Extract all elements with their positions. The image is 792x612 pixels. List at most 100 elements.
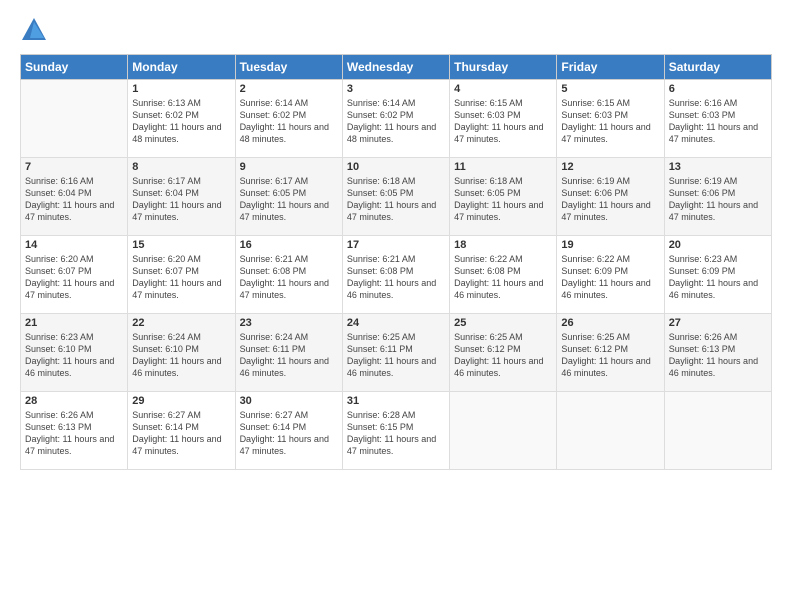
day-number: 1 xyxy=(132,83,230,95)
day-number: 3 xyxy=(347,83,445,95)
calendar-day-cell: 7 Sunrise: 6:16 AM Sunset: 6:04 PM Daylig… xyxy=(21,158,128,236)
day-number: 8 xyxy=(132,161,230,173)
day-number: 22 xyxy=(132,317,230,329)
day-info: Sunrise: 6:20 AM Sunset: 6:07 PM Dayligh… xyxy=(25,253,123,302)
day-info: Sunrise: 6:25 AM Sunset: 6:12 PM Dayligh… xyxy=(561,331,659,380)
calendar-week-row: 1 Sunrise: 6:13 AM Sunset: 6:02 PM Daylig… xyxy=(21,80,772,158)
day-info: Sunrise: 6:15 AM Sunset: 6:03 PM Dayligh… xyxy=(561,97,659,146)
calendar-day-cell: 23 Sunrise: 6:24 AM Sunset: 6:11 PM Dayli… xyxy=(235,314,342,392)
day-number: 20 xyxy=(669,239,767,251)
day-info: Sunrise: 6:27 AM Sunset: 6:14 PM Dayligh… xyxy=(132,409,230,458)
day-info: Sunrise: 6:21 AM Sunset: 6:08 PM Dayligh… xyxy=(240,253,338,302)
calendar-day-cell xyxy=(450,392,557,470)
day-number: 23 xyxy=(240,317,338,329)
day-number: 19 xyxy=(561,239,659,251)
day-number: 31 xyxy=(347,395,445,407)
day-number: 16 xyxy=(240,239,338,251)
day-info: Sunrise: 6:28 AM Sunset: 6:15 PM Dayligh… xyxy=(347,409,445,458)
day-info: Sunrise: 6:25 AM Sunset: 6:12 PM Dayligh… xyxy=(454,331,552,380)
day-number: 10 xyxy=(347,161,445,173)
page: SundayMondayTuesdayWednesdayThursdayFrid… xyxy=(0,0,792,612)
calendar-header-row: SundayMondayTuesdayWednesdayThursdayFrid… xyxy=(21,55,772,80)
day-info: Sunrise: 6:27 AM Sunset: 6:14 PM Dayligh… xyxy=(240,409,338,458)
day-number: 24 xyxy=(347,317,445,329)
calendar-week-row: 28Sunrise: 6:26 AM Sunset: 6:13 PM Dayli… xyxy=(21,392,772,470)
day-info: Sunrise: 6:19 AM Sunset: 6:06 PM Dayligh… xyxy=(669,175,767,224)
day-info: Sunrise: 6:21 AM Sunset: 6:08 PM Dayligh… xyxy=(347,253,445,302)
calendar-day-cell: 18Sunrise: 6:22 AM Sunset: 6:08 PM Dayli… xyxy=(450,236,557,314)
calendar-day-cell xyxy=(21,80,128,158)
calendar-week-row: 21 Sunrise: 6:23 AM Sunset: 6:10 PM Dayli… xyxy=(21,314,772,392)
day-number: 18 xyxy=(454,239,552,251)
weekday-header: Tuesday xyxy=(235,55,342,80)
day-info: Sunrise: 6:18 AM Sunset: 6:05 PM Dayligh… xyxy=(347,175,445,224)
calendar-day-cell: 17 Sunrise: 6:21 AM Sunset: 6:08 PM Dayli… xyxy=(342,236,449,314)
day-number: 13 xyxy=(669,161,767,173)
calendar-day-cell: 20 Sunrise: 6:23 AM Sunset: 6:09 PM Dayli… xyxy=(664,236,771,314)
weekday-header: Sunday xyxy=(21,55,128,80)
day-number: 5 xyxy=(561,83,659,95)
logo-icon xyxy=(20,16,48,44)
day-info: Sunrise: 6:17 AM Sunset: 6:05 PM Dayligh… xyxy=(240,175,338,224)
day-number: 6 xyxy=(669,83,767,95)
calendar-day-cell xyxy=(557,392,664,470)
calendar-day-cell: 25 Sunrise: 6:25 AM Sunset: 6:12 PM Dayli… xyxy=(450,314,557,392)
calendar-day-cell: 4Sunrise: 6:15 AM Sunset: 6:03 PM Daylig… xyxy=(450,80,557,158)
calendar-day-cell: 15Sunrise: 6:20 AM Sunset: 6:07 PM Dayli… xyxy=(128,236,235,314)
weekday-header: Friday xyxy=(557,55,664,80)
header xyxy=(20,16,772,44)
day-number: 11 xyxy=(454,161,552,173)
calendar-day-cell: 26 Sunrise: 6:25 AM Sunset: 6:12 PM Dayli… xyxy=(557,314,664,392)
day-info: Sunrise: 6:24 AM Sunset: 6:11 PM Dayligh… xyxy=(240,331,338,380)
day-number: 27 xyxy=(669,317,767,329)
calendar-day-cell: 11 Sunrise: 6:18 AM Sunset: 6:05 PM Dayli… xyxy=(450,158,557,236)
day-info: Sunrise: 6:19 AM Sunset: 6:06 PM Dayligh… xyxy=(561,175,659,224)
day-number: 21 xyxy=(25,317,123,329)
day-number: 29 xyxy=(132,395,230,407)
day-info: Sunrise: 6:24 AM Sunset: 6:10 PM Dayligh… xyxy=(132,331,230,380)
calendar-day-cell: 14 Sunrise: 6:20 AM Sunset: 6:07 PM Dayli… xyxy=(21,236,128,314)
weekday-header: Saturday xyxy=(664,55,771,80)
day-number: 25 xyxy=(454,317,552,329)
calendar-day-cell: 12 Sunrise: 6:19 AM Sunset: 6:06 PM Dayli… xyxy=(557,158,664,236)
logo xyxy=(20,16,50,44)
calendar-day-cell: 24 Sunrise: 6:25 AM Sunset: 6:11 PM Dayli… xyxy=(342,314,449,392)
calendar-week-row: 7 Sunrise: 6:16 AM Sunset: 6:04 PM Daylig… xyxy=(21,158,772,236)
day-info: Sunrise: 6:13 AM Sunset: 6:02 PM Dayligh… xyxy=(132,97,230,146)
day-number: 26 xyxy=(561,317,659,329)
day-info: Sunrise: 6:18 AM Sunset: 6:05 PM Dayligh… xyxy=(454,175,552,224)
day-number: 28 xyxy=(25,395,123,407)
calendar-day-cell: 28Sunrise: 6:26 AM Sunset: 6:13 PM Dayli… xyxy=(21,392,128,470)
weekday-header: Monday xyxy=(128,55,235,80)
day-info: Sunrise: 6:16 AM Sunset: 6:03 PM Dayligh… xyxy=(669,97,767,146)
day-number: 17 xyxy=(347,239,445,251)
day-info: Sunrise: 6:23 AM Sunset: 6:09 PM Dayligh… xyxy=(669,253,767,302)
day-number: 7 xyxy=(25,161,123,173)
day-info: Sunrise: 6:14 AM Sunset: 6:02 PM Dayligh… xyxy=(347,97,445,146)
calendar-day-cell: 29 Sunrise: 6:27 AM Sunset: 6:14 PM Dayli… xyxy=(128,392,235,470)
day-number: 15 xyxy=(132,239,230,251)
calendar-day-cell: 3 Sunrise: 6:14 AM Sunset: 6:02 PM Daylig… xyxy=(342,80,449,158)
day-number: 2 xyxy=(240,83,338,95)
calendar-day-cell xyxy=(664,392,771,470)
calendar-day-cell: 19Sunrise: 6:22 AM Sunset: 6:09 PM Dayli… xyxy=(557,236,664,314)
day-number: 14 xyxy=(25,239,123,251)
day-info: Sunrise: 6:14 AM Sunset: 6:02 PM Dayligh… xyxy=(240,97,338,146)
calendar: SundayMondayTuesdayWednesdayThursdayFrid… xyxy=(20,54,772,470)
calendar-day-cell: 6 Sunrise: 6:16 AM Sunset: 6:03 PM Daylig… xyxy=(664,80,771,158)
calendar-day-cell: 21 Sunrise: 6:23 AM Sunset: 6:10 PM Dayli… xyxy=(21,314,128,392)
day-info: Sunrise: 6:16 AM Sunset: 6:04 PM Dayligh… xyxy=(25,175,123,224)
weekday-header: Wednesday xyxy=(342,55,449,80)
calendar-day-cell: 31 Sunrise: 6:28 AM Sunset: 6:15 PM Dayli… xyxy=(342,392,449,470)
day-info: Sunrise: 6:25 AM Sunset: 6:11 PM Dayligh… xyxy=(347,331,445,380)
calendar-day-cell: 13 Sunrise: 6:19 AM Sunset: 6:06 PM Dayli… xyxy=(664,158,771,236)
calendar-day-cell: 22 Sunrise: 6:24 AM Sunset: 6:10 PM Dayli… xyxy=(128,314,235,392)
calendar-day-cell: 16 Sunrise: 6:21 AM Sunset: 6:08 PM Dayli… xyxy=(235,236,342,314)
calendar-day-cell: 5 Sunrise: 6:15 AM Sunset: 6:03 PM Daylig… xyxy=(557,80,664,158)
calendar-day-cell: 30Sunrise: 6:27 AM Sunset: 6:14 PM Dayli… xyxy=(235,392,342,470)
calendar-day-cell: 10 Sunrise: 6:18 AM Sunset: 6:05 PM Dayli… xyxy=(342,158,449,236)
day-number: 4 xyxy=(454,83,552,95)
day-info: Sunrise: 6:23 AM Sunset: 6:10 PM Dayligh… xyxy=(25,331,123,380)
day-info: Sunrise: 6:17 AM Sunset: 6:04 PM Dayligh… xyxy=(132,175,230,224)
day-number: 12 xyxy=(561,161,659,173)
